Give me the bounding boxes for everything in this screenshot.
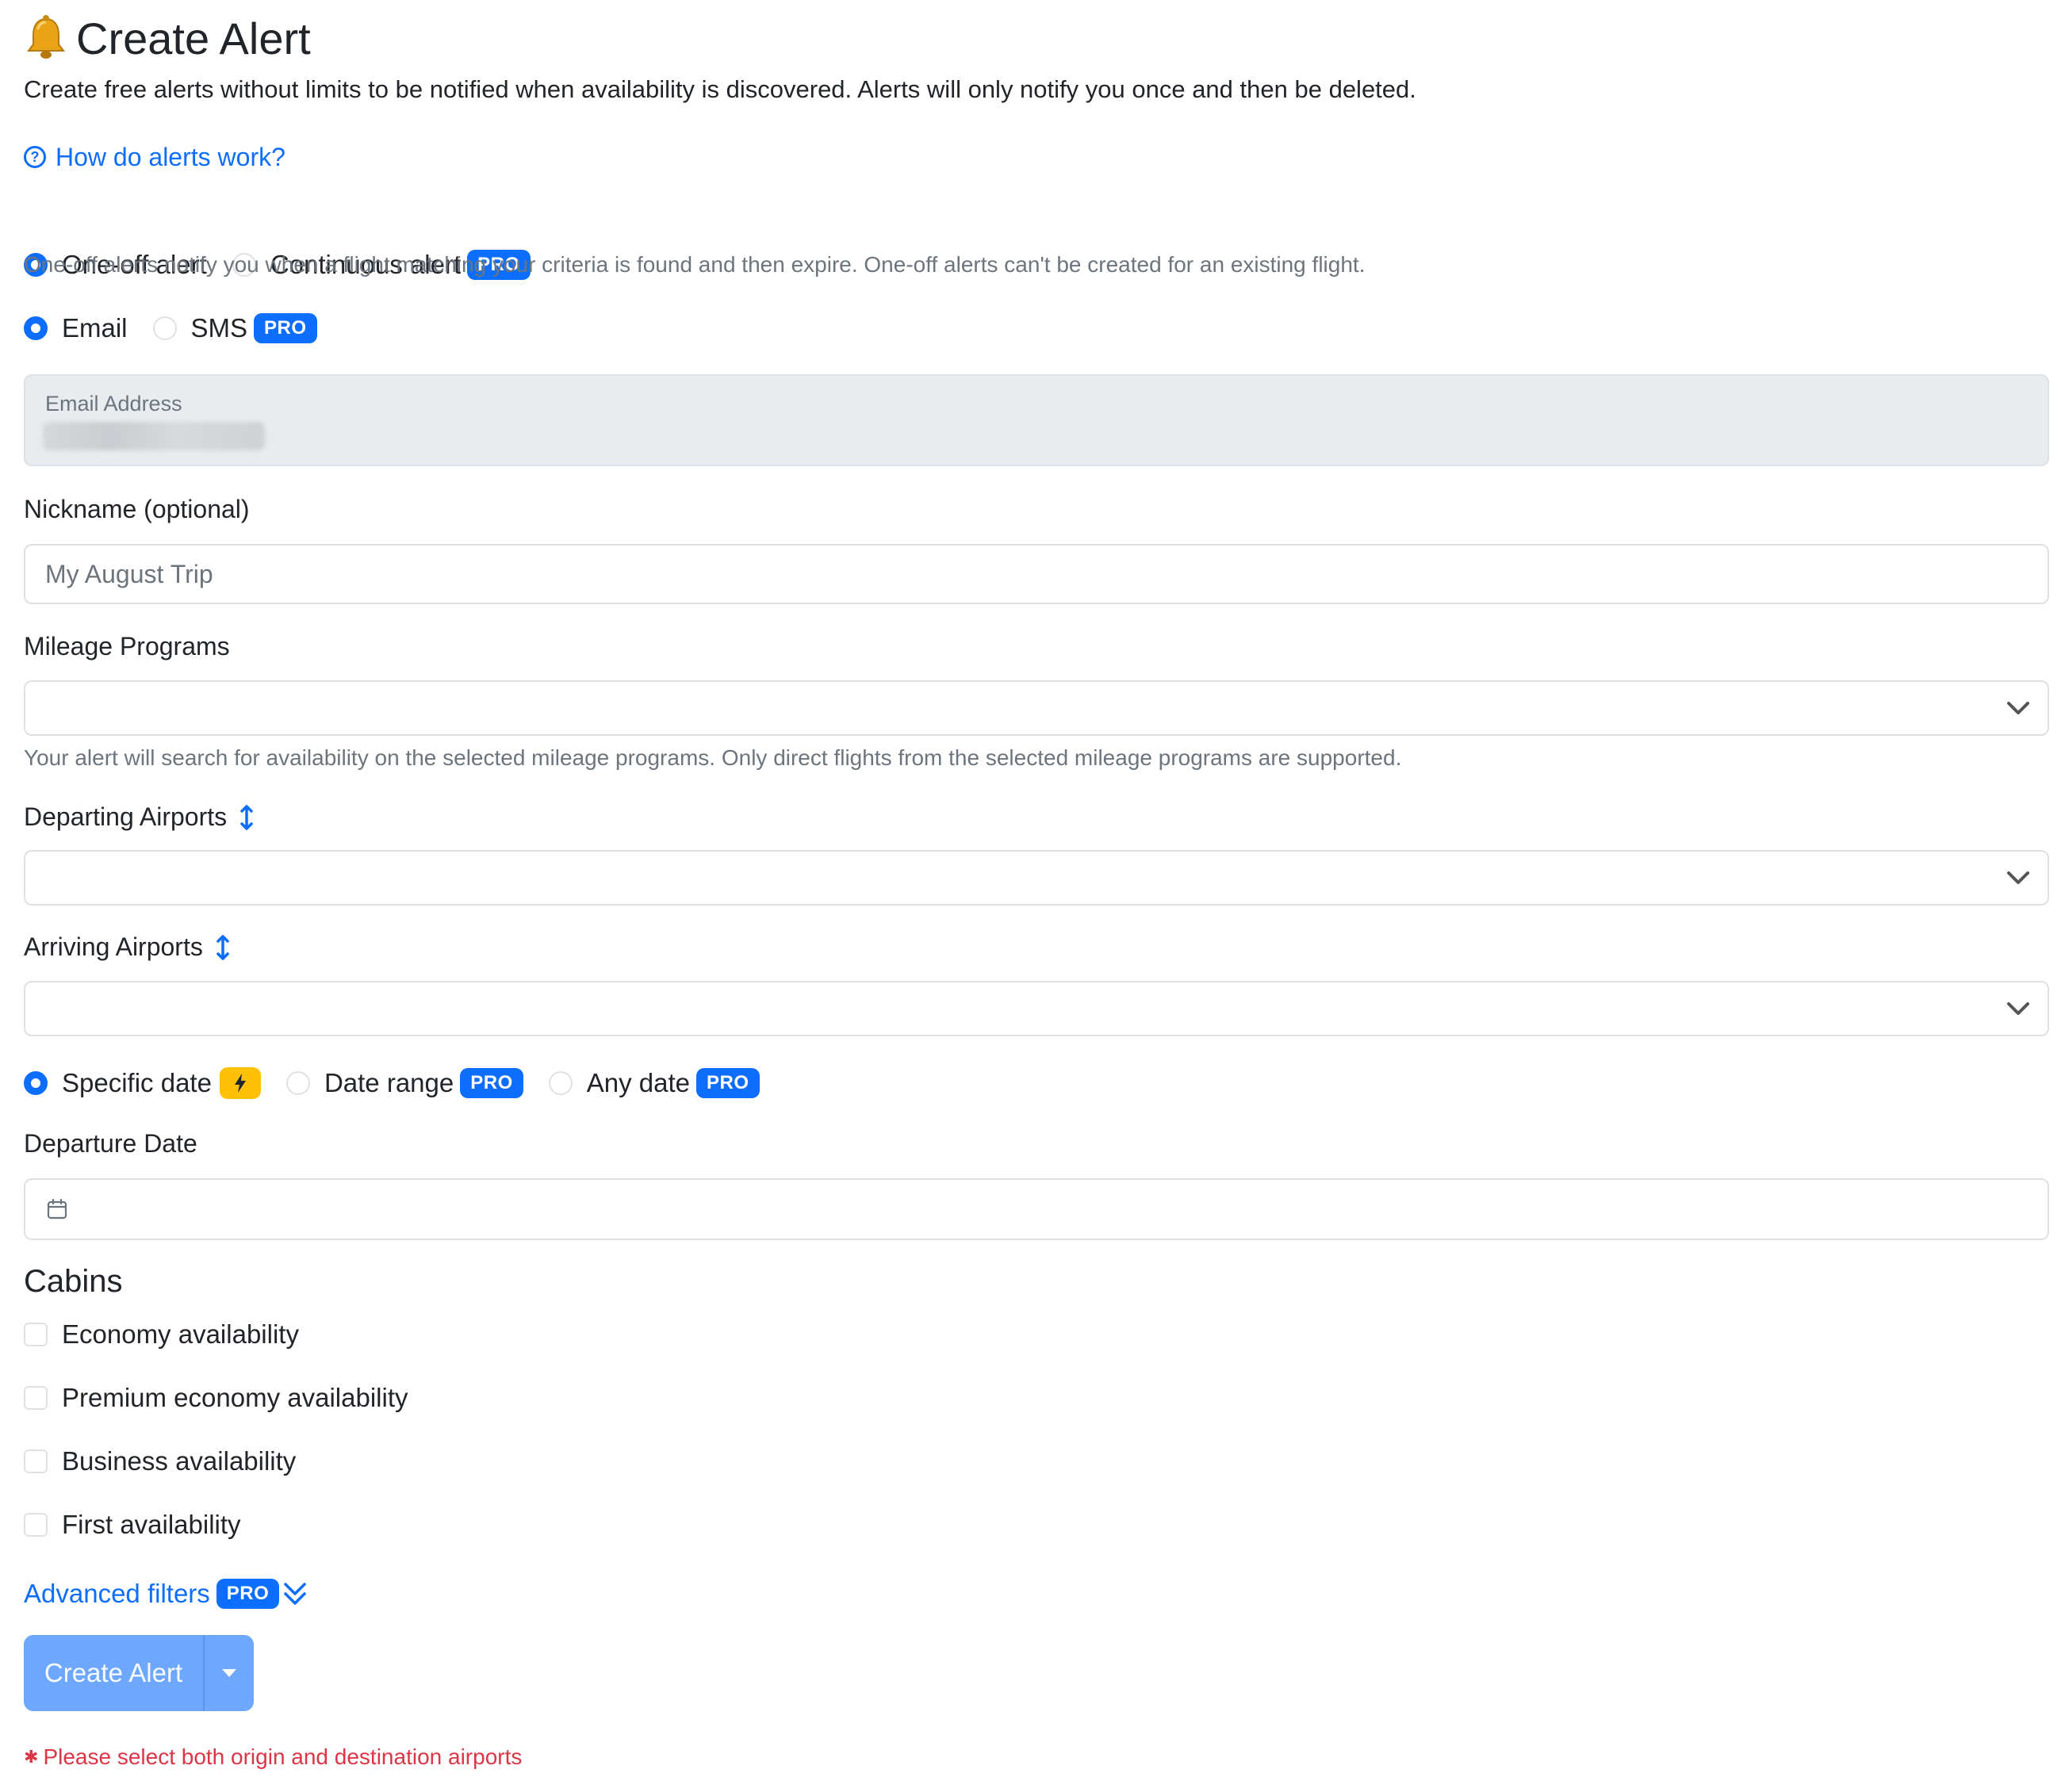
question-circle-icon: ? <box>24 146 46 168</box>
arriving-airports-label: Arriving Airports <box>24 932 230 962</box>
any-date-radio[interactable] <box>548 1071 573 1095</box>
sms-option-label: SMS <box>190 313 248 343</box>
pro-badge: PRO <box>460 1068 523 1098</box>
lightning-badge <box>219 1067 261 1099</box>
page-description: Create free alerts without limits to be … <box>24 75 1416 103</box>
page-title: Create Alert <box>76 13 311 63</box>
create-alert-dropdown-toggle[interactable] <box>203 1635 254 1711</box>
email-option[interactable]: Email <box>24 313 128 343</box>
email-address-field: Email Address <box>24 374 2049 466</box>
cabin-first[interactable]: First availability <box>24 1507 241 1543</box>
one-off-help-text: One-off alerts notify you when a flight … <box>24 252 1366 277</box>
departure-date-input[interactable] <box>24 1178 2049 1240</box>
economy-checkbox[interactable] <box>24 1323 48 1346</box>
asterisk-icon: ✱ <box>24 1747 39 1767</box>
validation-error: ✱ Please select both origin and destinat… <box>24 1744 522 1770</box>
sms-radio[interactable] <box>152 316 177 340</box>
chevron-down-icon <box>2007 1002 2029 1015</box>
how-alerts-work-link[interactable]: ? How do alerts work? <box>24 140 285 174</box>
specific-date-label: Specific date <box>62 1068 212 1097</box>
economy-label: Economy availability <box>62 1319 299 1349</box>
date-mode-group: Specific date Date range PRO Any date PR… <box>24 1064 785 1102</box>
email-address-redacted <box>43 422 265 450</box>
sms-option[interactable]: SMS PRO <box>152 313 317 343</box>
create-alert-page: Create Alert Create free alerts without … <box>0 0 2065 1792</box>
chevron-down-icon <box>2007 702 2029 714</box>
specific-date-option[interactable]: Specific date <box>24 1067 261 1099</box>
how-alerts-work-label: How do alerts work? <box>56 142 285 171</box>
cabins-heading: Cabins <box>24 1264 123 1299</box>
pro-badge: PRO <box>216 1579 280 1609</box>
first-label: First availability <box>62 1510 241 1539</box>
date-range-label: Date range <box>324 1068 454 1097</box>
date-range-radio[interactable] <box>285 1071 310 1095</box>
swap-vertical-icon[interactable] <box>239 804 254 831</box>
nickname-input[interactable]: My August Trip <box>24 544 2049 604</box>
email-radio[interactable] <box>24 316 48 340</box>
pro-badge: PRO <box>696 1068 760 1098</box>
bell-icon <box>27 15 65 59</box>
date-range-option[interactable]: Date range PRO <box>285 1068 523 1098</box>
cabin-economy[interactable]: Economy availability <box>24 1316 299 1353</box>
arriving-airports-text: Arriving Airports <box>24 932 203 961</box>
premium-economy-label: Premium economy availability <box>62 1383 408 1412</box>
business-checkbox[interactable] <box>24 1449 48 1473</box>
premium-economy-checkbox[interactable] <box>24 1386 48 1410</box>
calendar-icon <box>47 1198 67 1220</box>
cabin-business[interactable]: Business availability <box>24 1443 296 1480</box>
advanced-filters-toggle[interactable]: Advanced filters PRO <box>24 1575 308 1613</box>
email-address-label: Email Address <box>45 392 182 415</box>
notify-channel-group: Email SMS PRO <box>24 309 343 347</box>
pro-badge: PRO <box>254 313 317 343</box>
swap-vertical-icon[interactable] <box>216 934 230 961</box>
specific-date-radio[interactable] <box>24 1071 48 1095</box>
first-checkbox[interactable] <box>24 1513 48 1537</box>
mileage-programs-label: Mileage Programs <box>24 632 230 661</box>
arriving-airports-select[interactable] <box>24 981 2049 1036</box>
departing-airports-text: Departing Airports <box>24 802 228 831</box>
any-date-option[interactable]: Any date PRO <box>548 1068 760 1098</box>
email-option-label: Email <box>62 313 128 343</box>
caret-down-icon <box>222 1669 236 1677</box>
lightning-icon <box>234 1074 246 1093</box>
departing-airports-select[interactable] <box>24 850 2049 906</box>
create-alert-button-group: Create Alert <box>24 1635 254 1711</box>
page-header: Create Alert <box>24 6 311 70</box>
business-label: Business availability <box>62 1446 297 1476</box>
any-date-label: Any date <box>586 1068 691 1097</box>
validation-error-text: Please select both origin and destinatio… <box>43 1744 523 1769</box>
nickname-label: Nickname (optional) <box>24 495 250 523</box>
cabin-premium-economy[interactable]: Premium economy availability <box>24 1380 408 1416</box>
departing-airports-label: Departing Airports <box>24 802 254 832</box>
double-chevron-down-icon <box>284 1583 307 1605</box>
mileage-programs-help: Your alert will search for availability … <box>24 745 1402 770</box>
departure-date-label: Departure Date <box>24 1129 197 1158</box>
create-alert-button[interactable]: Create Alert <box>24 1635 203 1711</box>
advanced-filters-label: Advanced filters <box>24 1579 210 1608</box>
mileage-programs-select[interactable] <box>24 680 2049 736</box>
chevron-down-icon <box>2007 871 2029 884</box>
